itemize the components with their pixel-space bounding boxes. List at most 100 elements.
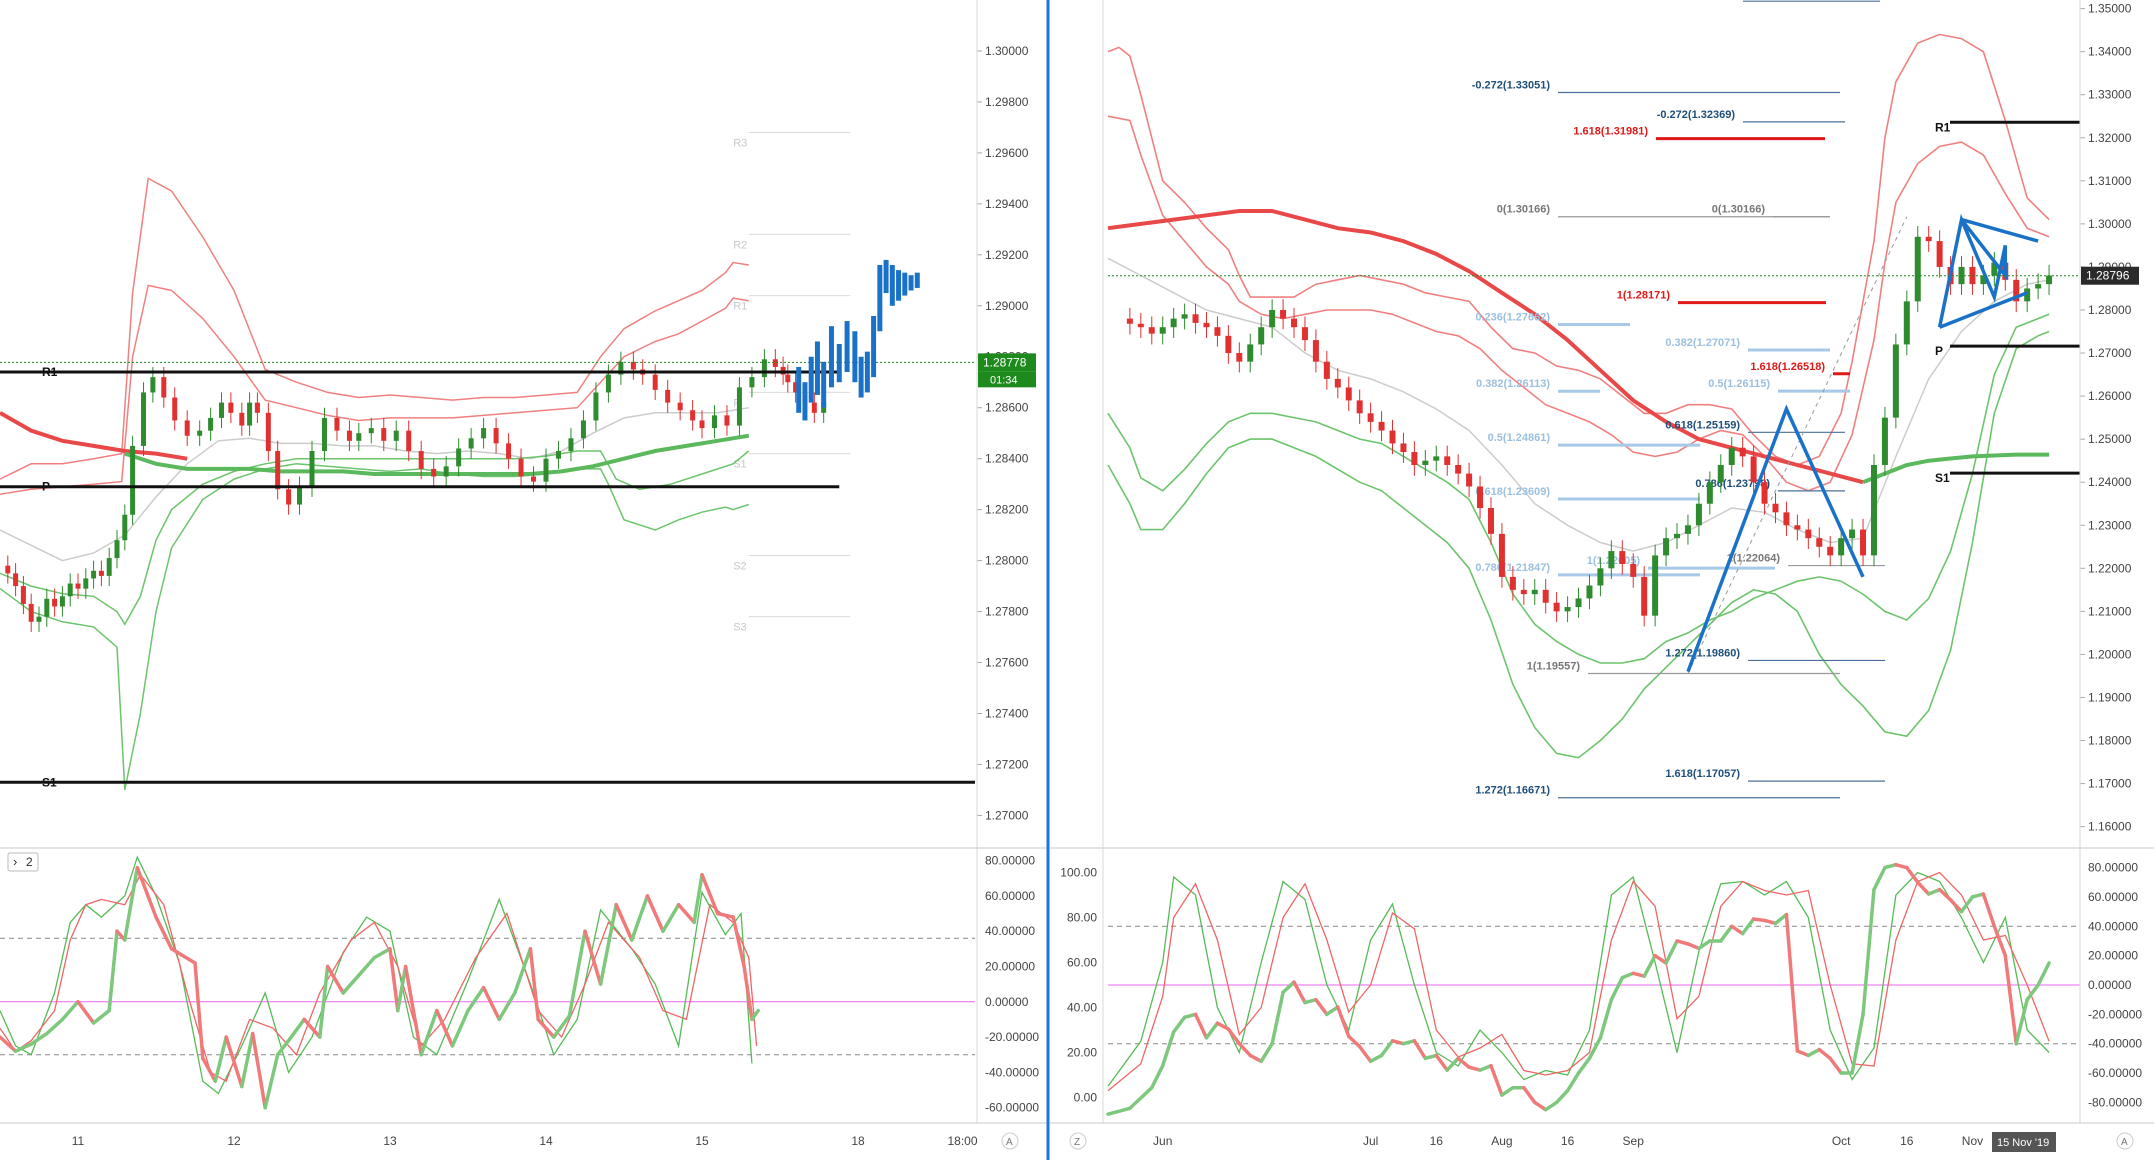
candle-body (518, 458, 524, 477)
pivot-level-label: P (42, 480, 50, 494)
candle-body (1334, 378, 1341, 388)
left-price-tick-label: 1.30000 (985, 44, 1029, 58)
candle-body (1914, 236, 1921, 302)
candle-body (699, 420, 705, 429)
candle-body (1356, 400, 1363, 414)
candle-body (83, 578, 89, 589)
candle-body (150, 377, 156, 393)
pivot-level-label: S1 (1935, 471, 1950, 485)
candle-body (141, 392, 147, 446)
candle-body (1838, 538, 1845, 556)
countdown-value: 01:34 (990, 374, 1018, 386)
candle-body (772, 359, 778, 367)
candle-body (1827, 546, 1834, 556)
right-price-tick-label: 1.34000 (2088, 45, 2132, 59)
candle-body (1619, 551, 1626, 564)
fib-level-label: 1.618(1.26518) (1750, 361, 1825, 373)
right-osc-right-tick-label: -40.00000 (2088, 1037, 2142, 1051)
candle-body (481, 428, 487, 439)
candle-body (381, 428, 387, 441)
candle-body (711, 415, 717, 429)
pivot-level-label: S1 (42, 775, 57, 789)
candle-body (1936, 241, 1943, 267)
candle-body (286, 489, 292, 505)
candle-body (1247, 344, 1254, 362)
right-osc-left-tick-label: 20.00 (1067, 1046, 1097, 1060)
candle-body (749, 377, 755, 388)
right-time-tick-label: Jul (1363, 1134, 1378, 1148)
fib-level-label: 1(1.28171) (1617, 290, 1671, 302)
projection-bar (871, 315, 877, 378)
right-price-tick-label: 1.27000 (2088, 346, 2132, 360)
candle-body (1214, 327, 1221, 336)
projection-bar (836, 344, 842, 383)
candle-body (59, 596, 65, 607)
projection-bar (796, 366, 802, 413)
candle-body (5, 565, 11, 574)
right-osc-left-tick-label: 0.00 (1074, 1091, 1098, 1105)
candle-body (1630, 564, 1637, 577)
right-osc-right-tick-label: -20.00000 (2088, 1007, 2142, 1021)
future-pivot-label: R2 (733, 239, 747, 251)
auto-scale-label: A (2121, 1137, 2128, 1148)
chevron-right-icon: › (13, 854, 17, 869)
left-price-tick-label: 1.27400 (985, 706, 1029, 720)
candle-body (1860, 529, 1867, 556)
right-osc-right-tick-label: 20.00000 (2088, 949, 2138, 963)
candle-body (1301, 327, 1308, 341)
candle-body (1925, 236, 1932, 242)
candle-body (197, 430, 203, 436)
candle-body (393, 430, 399, 441)
candle-body (1291, 318, 1298, 328)
candle-body (1367, 413, 1374, 422)
candle-body (1575, 598, 1582, 608)
candle-body (543, 458, 549, 482)
candle-body (1816, 538, 1823, 547)
right-price-tick-label: 1.25000 (2088, 432, 2132, 446)
future-pivot-label: S3 (733, 622, 746, 634)
left-price-tick-label: 1.27800 (985, 605, 1029, 619)
candle-body (239, 412, 245, 426)
candle-body (568, 438, 574, 452)
candle-body (44, 598, 50, 617)
candle-body (1663, 538, 1670, 556)
right-price-tick-label: 1.32000 (2088, 131, 2132, 145)
fib-level-label: -0.272(1.33051) (1472, 80, 1551, 92)
pivot-level-label: R1 (42, 365, 58, 379)
candle-body (130, 445, 136, 515)
candle-body (52, 598, 58, 607)
candle-body (67, 583, 73, 597)
zoom-toggle-label: Z (1074, 1137, 1080, 1148)
candle-body (1509, 576, 1516, 590)
candle-body (98, 570, 104, 576)
candle-body (1181, 314, 1188, 319)
left-price-tick-label: 1.28000 (985, 554, 1029, 568)
candle-body (1674, 533, 1681, 539)
right-osc-right-tick-label: -80.00000 (2088, 1095, 2142, 1109)
projection-bar (828, 326, 834, 388)
candle-body (1433, 456, 1440, 461)
candle-body (1269, 309, 1276, 328)
candle-body (811, 402, 817, 413)
right-osc-left-tick-label: 80.00 (1067, 911, 1097, 925)
candle-body (431, 468, 437, 477)
projection-bar (858, 356, 864, 398)
candle-body (1378, 421, 1385, 431)
projection-bar (908, 275, 914, 291)
candle-body (1466, 473, 1473, 487)
candle-body (228, 402, 234, 413)
fib-level-label: 1.272(1.16671) (1475, 785, 1550, 797)
candle-body (1892, 344, 1899, 418)
future-pivot-label: R3 (733, 138, 747, 150)
candle-body (785, 374, 791, 383)
right-price-tick-label: 1.26000 (2088, 389, 2132, 403)
left-price-tick-label: 1.27200 (985, 757, 1029, 771)
candle-body (275, 451, 281, 490)
left-price-tick-label: 1.29800 (985, 95, 1029, 109)
left-time-tick-label: 12 (227, 1134, 241, 1148)
candle-body (1684, 525, 1691, 534)
candle-body (1477, 486, 1484, 509)
candle-body (1903, 301, 1910, 345)
right-price-tick-label: 1.28000 (2088, 303, 2132, 317)
chart-stage[interactable]: R3R2R1PS1S2S3R1PS1 ›2 -0.618(1.35172)-0.… (0, 0, 2154, 1160)
